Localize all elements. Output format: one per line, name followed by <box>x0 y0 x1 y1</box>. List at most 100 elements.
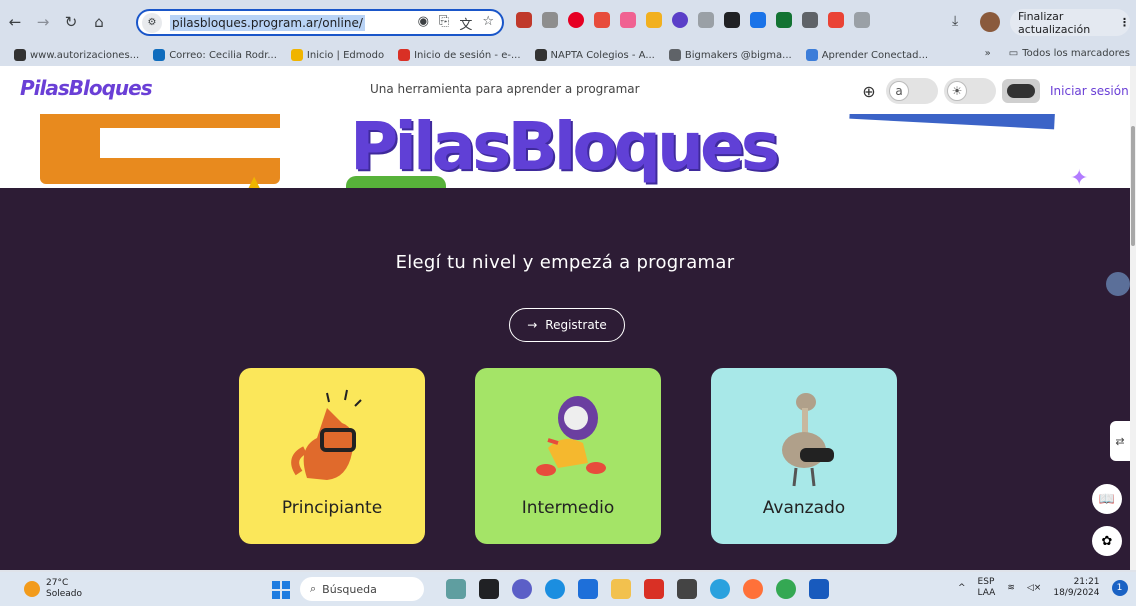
login-link[interactable]: Iniciar sesión <box>1050 84 1129 98</box>
chrome-icon[interactable] <box>776 579 796 599</box>
word-icon[interactable] <box>809 579 829 599</box>
extension-icon[interactable] <box>542 12 558 28</box>
page-title: Elegí tu nivel y empezá a programar <box>395 252 735 273</box>
taskbar-search[interactable]: ⌕ Búsqueda <box>300 577 424 601</box>
app-icon[interactable] <box>677 579 697 599</box>
telegram-icon[interactable] <box>710 579 730 599</box>
windows-start-icon[interactable] <box>272 581 290 599</box>
register-button-label: Registrate <box>545 318 607 332</box>
bookmarks-overflow-button[interactable]: » <box>985 48 991 59</box>
ai-assistant-icon[interactable]: ✿ <box>1092 526 1122 556</box>
download-icon[interactable]: ⤓ <box>952 13 958 29</box>
extension-icon[interactable] <box>776 12 792 28</box>
site-logo[interactable]: PilasBloques <box>20 76 153 100</box>
bookmark-star-icon[interactable]: ☆ <box>482 14 494 33</box>
task-view-icon[interactable] <box>479 579 499 599</box>
bookmark-label: Inicio | Edmodo <box>306 49 385 61</box>
wifi-icon[interactable]: ≋ <box>1007 583 1015 594</box>
volume-icon[interactable]: ◁× <box>1027 583 1041 594</box>
level-label: Intermedio <box>521 498 615 518</box>
url-text[interactable]: pilasbloques.program.ar/online/ <box>170 14 365 31</box>
forward-icon[interactable]: → <box>30 9 56 35</box>
bookmark-item[interactable]: Inicio | Edmodo <box>290 49 385 61</box>
address-bar[interactable]: ⚙ pilasbloques.program.ar/online/ ◉ ⎘ 文 … <box>136 9 504 36</box>
chevron-up-icon[interactable]: ^ <box>958 583 966 594</box>
bookmark-favicon-icon <box>153 49 166 61</box>
extension-icon[interactable] <box>698 12 714 28</box>
hero-banner: ▲ PilasBloques ✦ <box>0 114 1130 188</box>
update-button-label: Finalizar actualización <box>1018 9 1091 36</box>
side-panel-tab[interactable]: ⇄ <box>1110 421 1130 461</box>
bookmark-item[interactable]: Correo: Cecilia Rodr... <box>153 49 277 61</box>
reader-icon[interactable]: 📖 <box>1092 484 1122 514</box>
theme-toggle[interactable]: ☀ <box>944 78 996 104</box>
back-icon[interactable]: ← <box>2 9 28 35</box>
language-indicator[interactable]: ESP LAA <box>978 577 996 599</box>
store-icon[interactable] <box>578 579 598 599</box>
penguin-character-icon <box>536 396 606 476</box>
extension-icon[interactable] <box>672 12 688 28</box>
level-card-advanced[interactable]: Avanzado <box>711 368 897 544</box>
search-icon: ⌕ <box>310 582 317 595</box>
bookmark-item[interactable]: Bigmakers @bigma... <box>668 49 792 61</box>
extension-icon[interactable] <box>516 12 532 28</box>
page-scrollbar[interactable] <box>1130 66 1136 570</box>
register-button[interactable]: → Registrate <box>509 308 625 342</box>
file-explorer-icon[interactable] <box>611 579 631 599</box>
firefox-icon[interactable] <box>743 579 763 599</box>
avatar[interactable] <box>980 12 1000 32</box>
level-label: Principiante <box>281 498 383 518</box>
extension-icon[interactable] <box>568 12 584 28</box>
level-card-intermediate[interactable]: Intermedio <box>475 368 661 544</box>
folder-icon: ▭ <box>1008 48 1019 59</box>
scrollbar-thumb[interactable] <box>1131 126 1135 246</box>
app-icon[interactable] <box>446 579 466 599</box>
extension-icon[interactable] <box>620 12 636 28</box>
extensions-puzzle-icon[interactable] <box>854 12 870 28</box>
notification-badge[interactable]: 1 <box>1111 580 1128 596</box>
clock-date: 18/9/2024 <box>1053 588 1100 598</box>
font-toggle-knob: a <box>889 81 909 101</box>
language-code: ESP <box>977 577 995 587</box>
extensions-row <box>516 12 870 28</box>
clock[interactable]: 21:21 18/9/2024 <box>1053 577 1099 599</box>
app-icon[interactable] <box>512 579 532 599</box>
edge-icon[interactable] <box>545 579 565 599</box>
language-layout: LAA <box>977 588 996 598</box>
extension-icon[interactable] <box>750 12 766 28</box>
bookmark-item[interactable]: NAPTA Colegios - A... <box>534 49 655 61</box>
home-icon[interactable]: ⌂ <box>86 9 112 35</box>
site-info-icon[interactable]: ⚙ <box>142 12 162 33</box>
extension-icon[interactable] <box>594 12 610 28</box>
extension-icon[interactable] <box>646 12 662 28</box>
weather-condition: Soleado <box>46 589 82 599</box>
reload-icon[interactable]: ↻ <box>58 9 84 35</box>
menu-kebab-icon[interactable]: ⋮ <box>1119 16 1130 29</box>
extension-icon[interactable] <box>828 12 844 28</box>
gamepad-icon[interactable] <box>1002 79 1040 103</box>
level-card-beginner[interactable]: Principiante <box>239 368 425 544</box>
bookmark-item[interactable]: www.autorizaciones... <box>14 49 139 61</box>
install-app-icon[interactable]: ⎘ <box>439 14 449 33</box>
weather-widget[interactable]: 27°C Soleado <box>24 578 82 600</box>
translate-icon[interactable]: 文 <box>459 14 472 33</box>
font-toggle[interactable]: a <box>886 78 938 104</box>
microphone-icon[interactable] <box>1106 272 1130 296</box>
bookmark-label: Aprender Conectad... <box>821 49 929 61</box>
bookmark-item[interactable]: Inicio de sesión - e-... <box>398 49 521 61</box>
bookmark-favicon-icon <box>14 49 26 61</box>
bookmark-item[interactable]: Aprender Conectad... <box>805 49 929 61</box>
triangle-decoration: ▲ <box>248 172 261 188</box>
web-page: PilasBloques Una herramienta para aprend… <box>0 66 1130 570</box>
site-header: PilasBloques Una herramienta para aprend… <box>0 66 1130 114</box>
globe-icon[interactable]: ⊕ <box>858 82 880 101</box>
blue-block-shape <box>849 114 1056 130</box>
update-button[interactable]: Finalizar actualización ⋮ <box>1010 9 1130 36</box>
acrobat-icon[interactable] <box>644 579 664 599</box>
all-bookmarks-folder[interactable]: ▭ Todos los marcadores <box>1009 48 1130 59</box>
sparkle-decoration: ✦ <box>1070 166 1089 188</box>
extension-icon[interactable] <box>802 12 818 28</box>
browser-window: ← → ↻ ⌂ ⚙ pilasbloques.program.ar/online… <box>0 0 1136 606</box>
google-lens-icon[interactable]: ◉ <box>418 14 429 33</box>
extension-icon[interactable] <box>724 12 740 28</box>
